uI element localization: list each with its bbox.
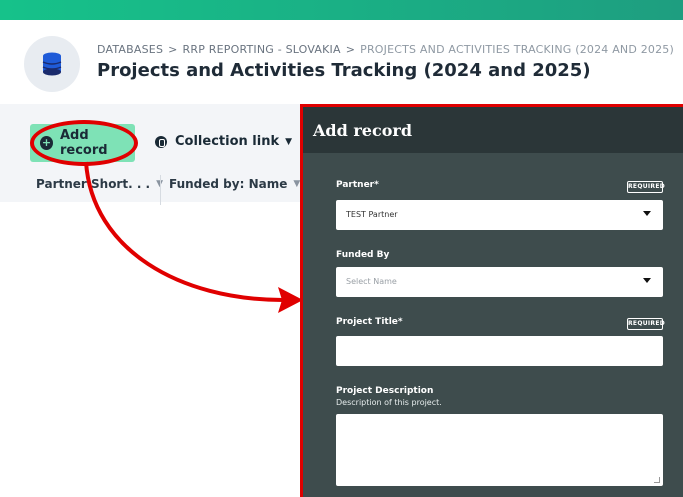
partner-select-value: TEST Partner — [346, 210, 398, 219]
collection-link-label: Collection link — [175, 134, 280, 149]
funded-by-select[interactable]: Select Name — [336, 267, 663, 297]
database-icon-badge — [24, 36, 80, 92]
column-divider — [160, 175, 161, 205]
breadcrumb-rrp-reporting[interactable]: RRP Reporting - Slovakia — [183, 43, 341, 56]
page: Databases > RRP Reporting - Slovakia > Proje… — [0, 0, 683, 497]
required-badge: REQUIRED — [627, 181, 665, 193]
link-icon — [155, 135, 167, 148]
funded-by-label: Funded By — [336, 250, 390, 260]
add-record-button[interactable]: + Add record — [30, 124, 135, 162]
modal-header: Add record — [303, 107, 683, 153]
project-title-label: Project Title* — [336, 317, 403, 327]
breadcrumb-separator: > — [345, 43, 356, 56]
chevron-down-icon — [643, 278, 651, 283]
funded-by-placeholder: Select Name — [346, 277, 397, 286]
project-title-input[interactable] — [336, 336, 663, 366]
breadcrumb-current: Projects and Activities Tracking (2024 a… — [360, 43, 674, 56]
chevron-down-icon: ▼ — [285, 136, 293, 147]
partner-label: Partner* — [336, 180, 379, 190]
top-accent-bar — [0, 0, 683, 20]
project-description-label: Project Description — [336, 386, 434, 396]
breadcrumb: Databases > RRP Reporting - Slovakia > Proje… — [97, 43, 674, 56]
column-header-label: Funded by: Name — [169, 177, 288, 191]
page-title: Projects and Activities Tracking (2024 a… — [97, 60, 591, 81]
project-description-textarea[interactable] — [336, 414, 663, 486]
column-header-label: Partner Short. . . — [36, 177, 151, 191]
add-record-modal: Add record Partner* REQUIRED TEST Partne… — [300, 104, 683, 497]
column-header-funded-by[interactable]: Funded by: Name ▼ — [169, 172, 300, 196]
collection-link-button[interactable]: Collection link ▼ — [155, 134, 292, 149]
database-icon — [42, 52, 62, 76]
plus-circle-icon: + — [40, 136, 53, 150]
project-description-help: Description of this project. — [336, 398, 442, 407]
chevron-down-icon — [643, 211, 651, 216]
partner-select[interactable]: TEST Partner — [336, 200, 663, 230]
required-badge: REQUIRED — [627, 318, 665, 330]
add-record-label: Add record — [60, 128, 108, 158]
resize-handle-icon[interactable] — [654, 477, 660, 483]
breadcrumb-databases[interactable]: Databases — [97, 43, 163, 56]
breadcrumb-separator: > — [168, 43, 178, 56]
modal-title: Add record — [313, 121, 412, 140]
column-header-partner[interactable]: Partner Short. . . ▼ — [36, 172, 163, 196]
